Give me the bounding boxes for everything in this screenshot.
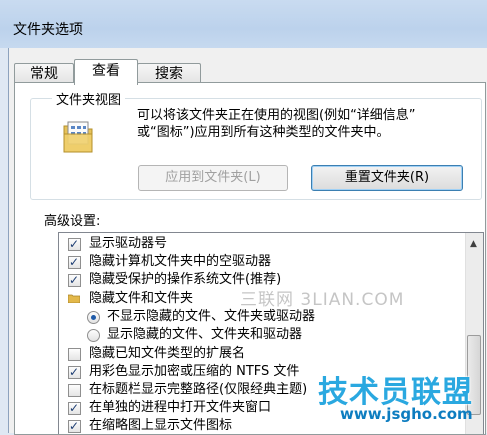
list-item-label: 用彩色显示加密或压缩的 NTFS 文件 bbox=[89, 364, 300, 379]
watermark-jsgho-url: www.jsgho.com bbox=[340, 405, 473, 423]
list-item-label: 在单独的进程中打开文件夹窗口 bbox=[89, 400, 272, 415]
window-title: 文件夹选项 bbox=[13, 22, 83, 38]
list-item-label: 在标题栏显示完整路径(仅限经典主题) bbox=[89, 382, 308, 397]
apply-to-folders-button[interactable]: 应用到文件夹(L) bbox=[138, 165, 288, 191]
tab-search[interactable]: 搜索 bbox=[137, 63, 201, 84]
folder-view-icon bbox=[63, 121, 93, 153]
checkbox[interactable] bbox=[68, 399, 81, 417]
folder-views-description-line2: 或“图标”)应用到所有这种类型的文件夹中。 bbox=[137, 125, 390, 140]
radio-button[interactable] bbox=[87, 329, 100, 342]
checkbox[interactable] bbox=[68, 271, 81, 289]
list-item-label: 不显示隐藏的文件、文件夹或驱动器 bbox=[107, 309, 316, 324]
tab-search-label: 搜索 bbox=[155, 66, 183, 82]
checkbox[interactable] bbox=[68, 235, 81, 253]
list-item-label: 隐藏已知文件类型的扩展名 bbox=[89, 346, 246, 361]
tab-view-label: 查看 bbox=[92, 63, 120, 79]
advanced-settings-label: 高级设置: bbox=[44, 214, 101, 229]
list-item-label: 在缩略图上显示文件图标 bbox=[89, 418, 233, 433]
folder-views-description-line1: 可以将该文件夹正在使用的视图(例如“详细信息” bbox=[137, 108, 416, 123]
tab-general-label: 常规 bbox=[30, 66, 58, 82]
list-item-label: 隐藏文件和文件夹 bbox=[89, 291, 194, 306]
radio-button[interactable] bbox=[87, 311, 100, 324]
list-item-label: 隐藏计算机文件夹中的空驱动器 bbox=[89, 254, 272, 269]
scroll-up-arrow-icon[interactable]: ▲ bbox=[470, 239, 477, 249]
checkbox[interactable] bbox=[68, 253, 81, 271]
reset-folders-button[interactable]: 重置文件夹(R) bbox=[311, 165, 463, 191]
tab-general[interactable]: 常规 bbox=[14, 63, 74, 84]
folder-icon bbox=[68, 294, 80, 303]
watermark-3lian: 三联网 3LIAN.COM bbox=[240, 290, 405, 310]
checkbox[interactable] bbox=[68, 384, 81, 397]
checkbox[interactable] bbox=[68, 363, 81, 381]
tab-view[interactable]: 查看 bbox=[74, 59, 138, 85]
list-item-label: 显示隐藏的文件、文件夹和驱动器 bbox=[107, 327, 303, 342]
folder-views-heading: 文件夹视图 bbox=[52, 89, 126, 108]
folder-views-description: 可以将该文件夹正在使用的视图(例如“详细信息” 或“图标”)应用到所有这种类型的… bbox=[137, 107, 482, 141]
checkbox[interactable] bbox=[68, 348, 81, 361]
list-item-label: 显示驱动器号 bbox=[89, 236, 168, 251]
title-bar: 文件夹选项 bbox=[0, 0, 487, 48]
checkbox[interactable] bbox=[68, 417, 81, 434]
